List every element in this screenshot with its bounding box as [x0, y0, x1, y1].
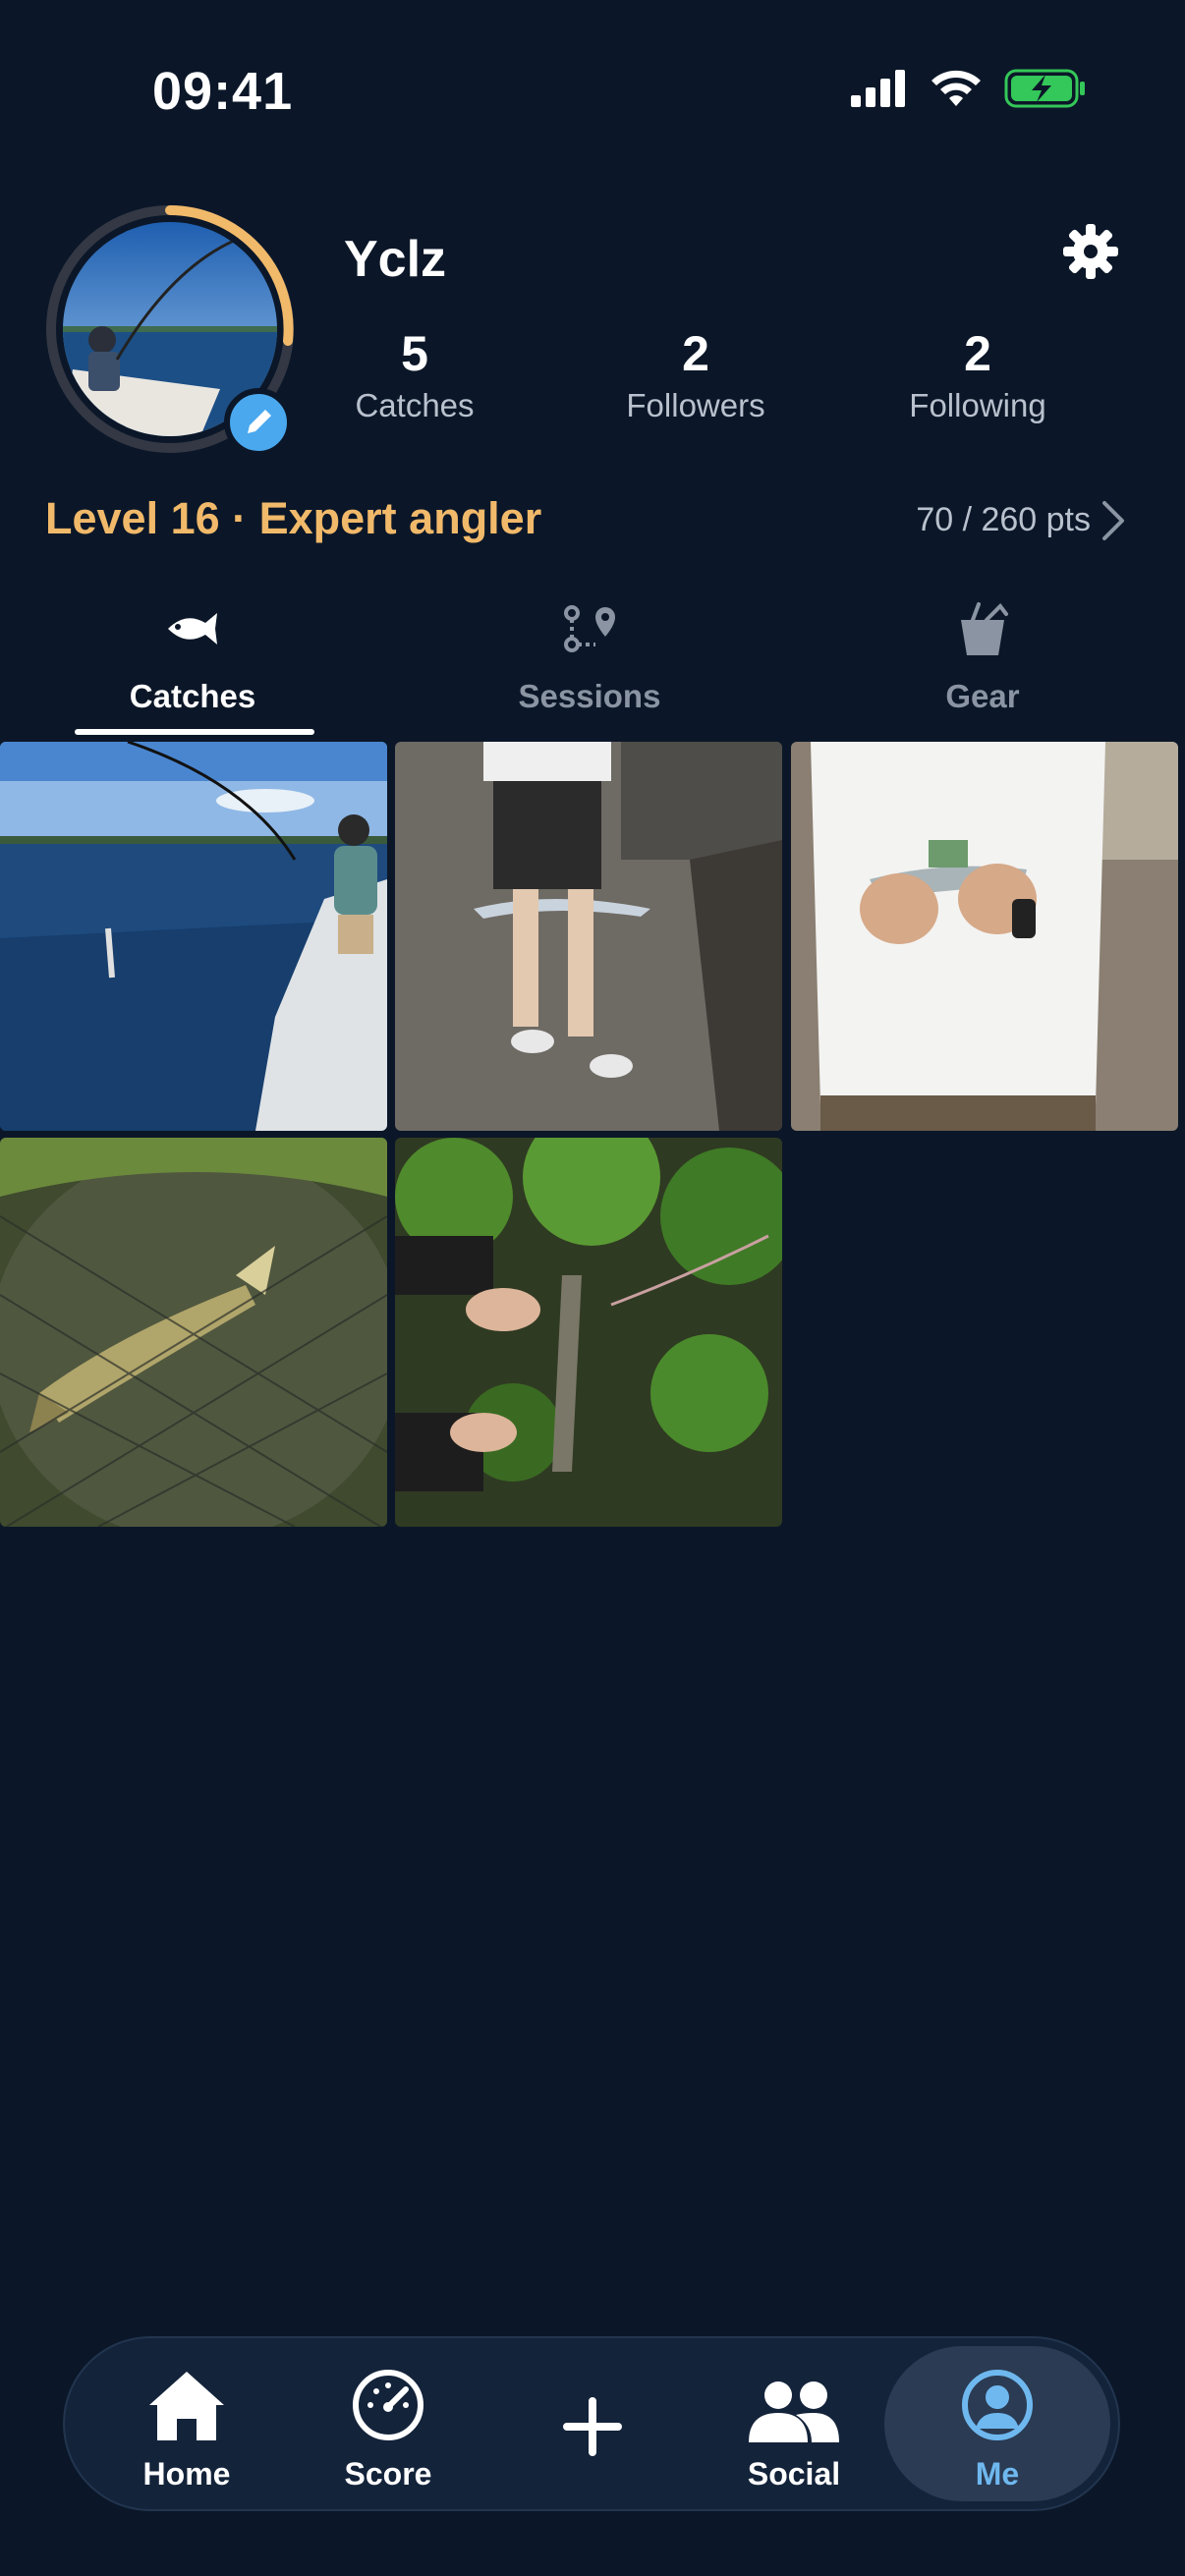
level-title[interactable]: Level 16 · Expert angler — [45, 493, 541, 544]
bucket-icon — [961, 602, 1008, 655]
stat-label: Following — [909, 387, 1046, 423]
catch-photo-pier[interactable] — [395, 742, 782, 1131]
catch-photo-plants[interactable] — [395, 1138, 782, 1527]
pencil-icon — [248, 410, 271, 433]
edit-avatar-button[interactable] — [224, 388, 293, 457]
tab-label: Catches — [129, 678, 256, 714]
stat-label: Followers — [626, 387, 765, 423]
stat-value: 5 — [401, 326, 428, 381]
nav-label: Social — [747, 2456, 841, 2492]
chevron-right-icon[interactable] — [1099, 499, 1128, 542]
user-circle-icon — [962, 2370, 1033, 2440]
level-points[interactable]: 70 / 260 pts — [916, 501, 1091, 539]
people-icon — [749, 2381, 839, 2442]
nav-social[interactable]: Social — [720, 2364, 868, 2492]
cellular-signal-icon — [851, 70, 905, 107]
nav-label: Home — [142, 2456, 231, 2492]
battery-charging-icon — [1004, 69, 1085, 108]
active-tab-indicator — [75, 729, 314, 735]
route-icon — [564, 605, 615, 652]
status-time: 09:41 — [152, 62, 294, 121]
gear-icon[interactable] — [1061, 222, 1120, 281]
add-catch-button[interactable] — [519, 2378, 666, 2456]
nav-label: Score — [344, 2456, 432, 2492]
catch-photo-net[interactable] — [0, 1138, 387, 1527]
nav-me[interactable]: Me — [924, 2364, 1071, 2492]
stat-value: 2 — [964, 326, 991, 381]
home-icon — [149, 2372, 224, 2440]
fish-icon — [168, 613, 217, 644]
nav-score[interactable]: Score — [314, 2364, 462, 2492]
plus-icon — [563, 2397, 622, 2456]
catch-photo-tshirt[interactable] — [791, 742, 1178, 1131]
tab-catches[interactable]: Catches — [45, 599, 340, 715]
stat-followers[interactable]: 2 Followers — [578, 324, 814, 424]
stat-catches[interactable]: 5 Catches — [297, 324, 533, 424]
catch-photo-boat[interactable] — [0, 742, 387, 1131]
tab-sessions[interactable]: Sessions — [442, 599, 737, 715]
nav-label: Me — [975, 2456, 1020, 2492]
stat-following[interactable]: 2 Following — [860, 324, 1096, 424]
wifi-icon — [931, 70, 981, 106]
username: Yclz — [344, 231, 447, 288]
stat-value: 2 — [682, 326, 709, 381]
tab-label: Gear — [945, 678, 1020, 714]
status-icons — [849, 69, 1087, 108]
tab-label: Sessions — [518, 678, 661, 714]
nav-home[interactable]: Home — [113, 2364, 260, 2492]
stat-label: Catches — [355, 387, 475, 423]
tab-gear[interactable]: Gear — [835, 599, 1130, 715]
speedometer-icon — [353, 2370, 423, 2440]
